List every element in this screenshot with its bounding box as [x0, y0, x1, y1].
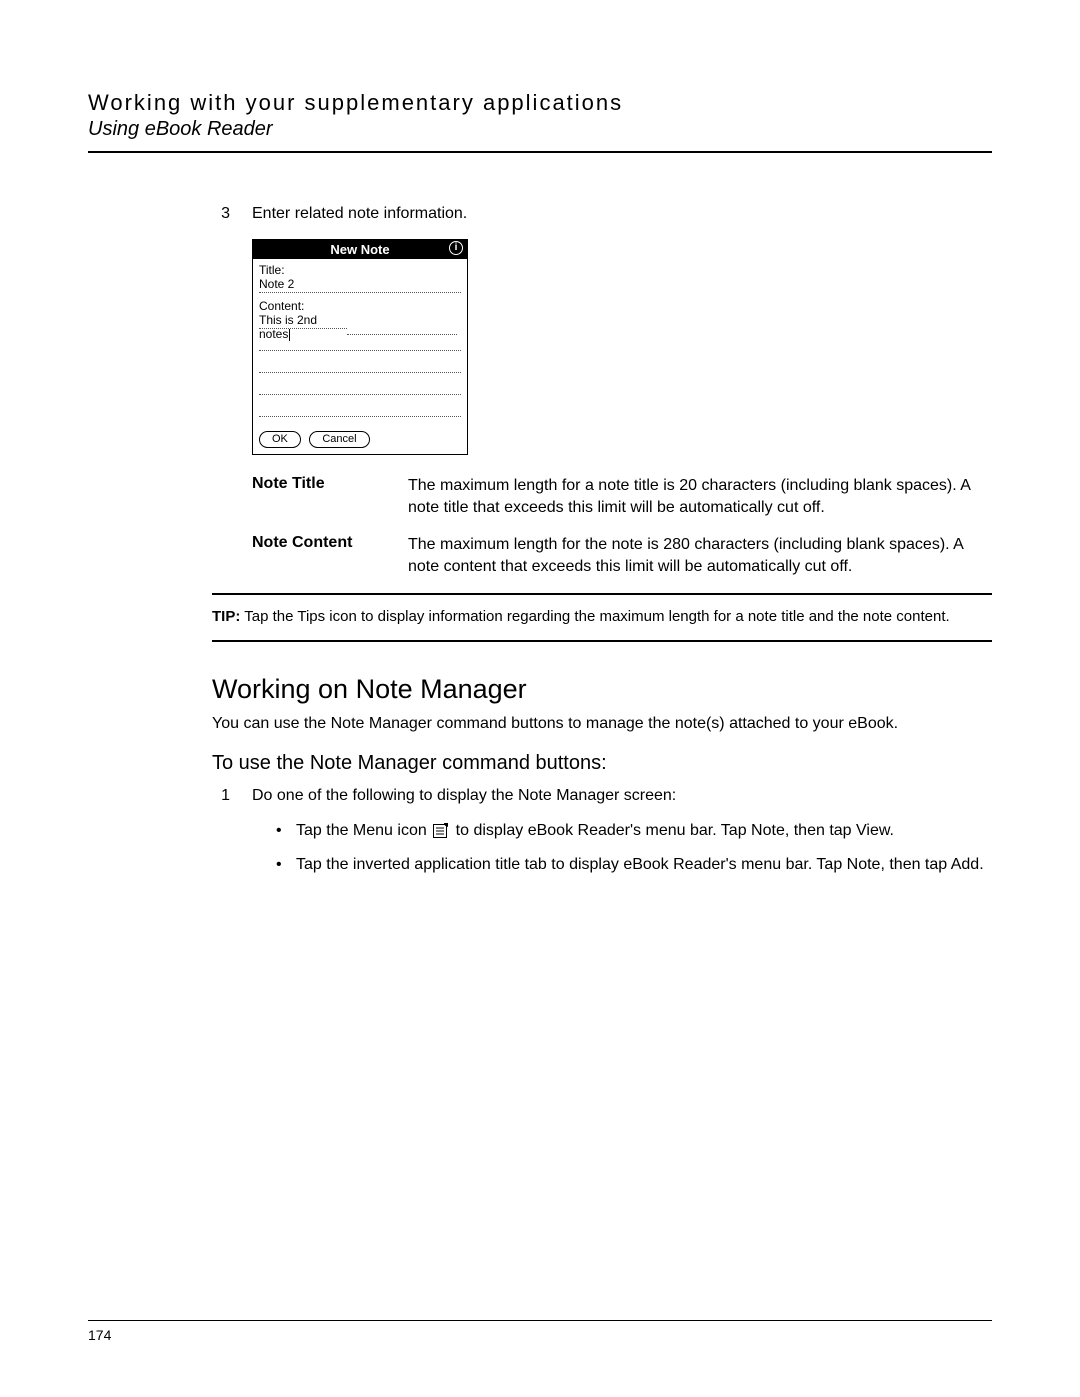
- bullet-text: Tap the Menu icon to display eBook Reade…: [296, 821, 992, 845]
- content-line-remainder: [347, 319, 457, 335]
- menu-icon: [433, 823, 449, 845]
- page-number: 174: [88, 1327, 111, 1343]
- page-header: Working with your supplementary applicat…: [88, 90, 992, 153]
- title-label: Title:: [259, 263, 461, 277]
- bullet-text-part: to display eBook Reader's menu bar. Tap …: [456, 822, 894, 839]
- bullet-text: Tap the inverted application title tab t…: [296, 855, 992, 876]
- step-number: 1: [212, 787, 252, 805]
- definition-note-title: Note Title The maximum length for a note…: [252, 475, 992, 518]
- sub-heading: To use the Note Manager command buttons:: [212, 752, 992, 775]
- bullet-dot-icon: •: [276, 855, 296, 876]
- bullet-text-part: Tap the Menu icon: [296, 822, 431, 839]
- header-title: Working with your supplementary applicat…: [88, 90, 992, 116]
- bullet-dot-icon: •: [276, 821, 296, 845]
- content-line[interactable]: [259, 357, 461, 373]
- section-paragraph: You can use the Note Manager command but…: [212, 713, 992, 735]
- def-body: The maximum length for a note title is 2…: [408, 475, 992, 518]
- content-line[interactable]: [259, 401, 461, 417]
- step-3-row: 3 Enter related note information.: [212, 205, 992, 223]
- bullet-item: • Tap the Menu icon to: [276, 821, 992, 845]
- info-icon[interactable]: i: [449, 241, 463, 255]
- step-number: 3: [212, 205, 252, 223]
- tip-text: Tap the Tips icon to display information…: [244, 608, 949, 625]
- ok-button[interactable]: OK: [259, 431, 301, 448]
- tip-label: TIP:: [212, 608, 240, 625]
- tip-box: TIP: Tap the Tips icon to display inform…: [212, 593, 992, 641]
- new-note-dialog: New Note i Title: Note 2 Content: This i…: [252, 239, 468, 455]
- definition-note-content: Note Content The maximum length for the …: [252, 534, 992, 577]
- step-text: Do one of the following to display the N…: [252, 787, 992, 805]
- new-note-title-text: New Note: [330, 242, 389, 257]
- header-subtitle: Using eBook Reader: [88, 118, 992, 141]
- new-note-titlebar: New Note i: [253, 240, 467, 259]
- def-term: Note Content: [252, 534, 408, 577]
- content-label: Content:: [259, 299, 461, 313]
- def-body: The maximum length for the note is 280 c…: [408, 534, 992, 577]
- def-term: Note Title: [252, 475, 408, 518]
- page-footer: 174: [88, 1320, 992, 1343]
- content-input[interactable]: This is 2nd notes: [259, 313, 347, 329]
- title-input[interactable]: Note 2: [259, 277, 461, 293]
- content-line[interactable]: [259, 379, 461, 395]
- cancel-button[interactable]: Cancel: [309, 431, 369, 448]
- bullet-item: • Tap the inverted application title tab…: [276, 855, 992, 876]
- step-text: Enter related note information.: [252, 205, 992, 223]
- step-1-row: 1 Do one of the following to display the…: [212, 787, 992, 805]
- section-heading: Working on Note Manager: [212, 674, 992, 705]
